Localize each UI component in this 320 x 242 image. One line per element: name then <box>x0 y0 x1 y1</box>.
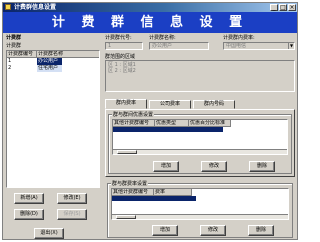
row-name: 办公用户 <box>37 58 62 65</box>
name-label: 计费群名称: <box>149 35 176 41</box>
exit-button[interactable]: 退出(X) <box>34 228 64 239</box>
discount-group-title: 群与群间优惠设置 <box>112 112 155 118</box>
table-row[interactable]: 2 住宅用户 <box>7 65 99 72</box>
rate-edit-button[interactable]: 修改 <box>200 225 226 236</box>
discount-grid[interactable]: 其他计费群编号 优惠类型 优惠百分比标准 <box>112 119 288 155</box>
group-label: 计费群 <box>6 35 22 41</box>
tab-company-rate[interactable]: 公司费率 <box>149 100 191 109</box>
code-field[interactable]: 1 <box>105 42 143 50</box>
discount-add-button[interactable]: 增加 <box>153 161 179 172</box>
list-label: 计费群 <box>6 43 22 49</box>
rate-type-value: 中国电信 <box>226 43 247 49</box>
left-pane: 计费群 计费群 计费群编号 计费群名称 1 办公用户 2 住宅用户 新增(A) … <box>4 34 102 239</box>
rate-grid[interactable]: 其他计费群编号 费率 <box>111 188 289 220</box>
add-button[interactable]: 新增(A) <box>14 193 44 204</box>
right-pane: 计费群代号: 1 计费群名称: 办公用户 计费群内费率: 中国电信 ▼ 群范围的… <box>103 34 297 239</box>
close-button[interactable]: × <box>288 4 296 11</box>
column-header[interactable]: 其他计费群编号 <box>112 189 154 196</box>
scroll-thumb[interactable] <box>117 150 137 154</box>
row-id: 2 <box>8 65 12 71</box>
rate-delete-button[interactable]: 删除 <box>248 225 274 236</box>
chevron-down-icon[interactable]: ▼ <box>288 43 294 49</box>
rate-type-label: 计费群内费率: <box>223 35 255 41</box>
horizontal-scrollbar[interactable] <box>113 149 287 154</box>
billing-group-grid[interactable]: 计费群编号 计费群名称 1 办公用户 2 住宅用户 <box>6 50 100 188</box>
tab-group-rate[interactable]: 群内费率 <box>105 99 147 109</box>
rate-group: 群与群费率设置 其他计费群编号 费率 增加 修改 删除 <box>107 181 293 238</box>
maximize-button[interactable]: □ <box>279 4 287 11</box>
rate-add-button[interactable]: 增加 <box>152 225 178 236</box>
main-window: 计费群信息设置 _ □ × 计 费 群 信 息 设 置 计费群 计费群 计费群编… <box>2 2 298 240</box>
column-header-id[interactable]: 计费群编号 <box>7 51 37 58</box>
discount-delete-button[interactable]: 删除 <box>249 161 275 172</box>
tab-group-numbers[interactable]: 群内号码 <box>193 100 235 109</box>
column-header[interactable]: 费率 <box>154 189 192 196</box>
code-label: 计费群代号: <box>105 35 132 41</box>
selected-row[interactable] <box>112 196 196 201</box>
name-field[interactable]: 办公用户 <box>149 42 209 50</box>
page-banner: 计 费 群 信 息 设 置 <box>3 12 297 33</box>
row-name: 住宅用户 <box>37 65 62 72</box>
discount-group: 群与群间优惠设置 其他计费群编号 优惠类型 优惠百分比标准 增加 修改 删除 <box>108 112 292 174</box>
column-header-name[interactable]: 计费群名称 <box>37 51 99 58</box>
discount-edit-button[interactable]: 修改 <box>201 161 227 172</box>
column-header[interactable]: 优惠类型 <box>155 120 189 127</box>
rate-group-title: 群与群费率设置 <box>111 181 149 187</box>
column-header[interactable]: 优惠百分比标准 <box>189 120 231 127</box>
rate-type-select[interactable]: 中国电信 ▼ <box>223 42 295 50</box>
selected-row[interactable] <box>113 127 223 132</box>
app-icon <box>5 4 11 10</box>
scroll-thumb[interactable] <box>116 215 136 219</box>
window-title: 计费群信息设置 <box>14 4 57 11</box>
title-bar[interactable]: 计费群信息设置 _ □ × <box>3 3 297 12</box>
horizontal-scrollbar[interactable] <box>112 214 288 219</box>
region-line: 区 2 : 区域2 <box>108 68 136 74</box>
minimize-button[interactable]: _ <box>270 4 278 11</box>
region-textarea[interactable]: 区 1 : 区域1 区 2 : 区域2 <box>105 60 295 92</box>
save-button[interactable]: 保存(S) <box>57 209 87 220</box>
edit-button[interactable]: 修改(E) <box>57 193 87 204</box>
tab-panel: 群与群间优惠设置 其他计费群编号 优惠类型 优惠百分比标准 增加 修改 删除 <box>105 109 295 177</box>
column-header[interactable]: 其他计费群编号 <box>113 120 155 127</box>
table-row[interactable]: 1 办公用户 <box>7 58 99 65</box>
delete-button[interactable]: 删除(D) <box>14 209 44 220</box>
row-id: 1 <box>8 58 12 64</box>
